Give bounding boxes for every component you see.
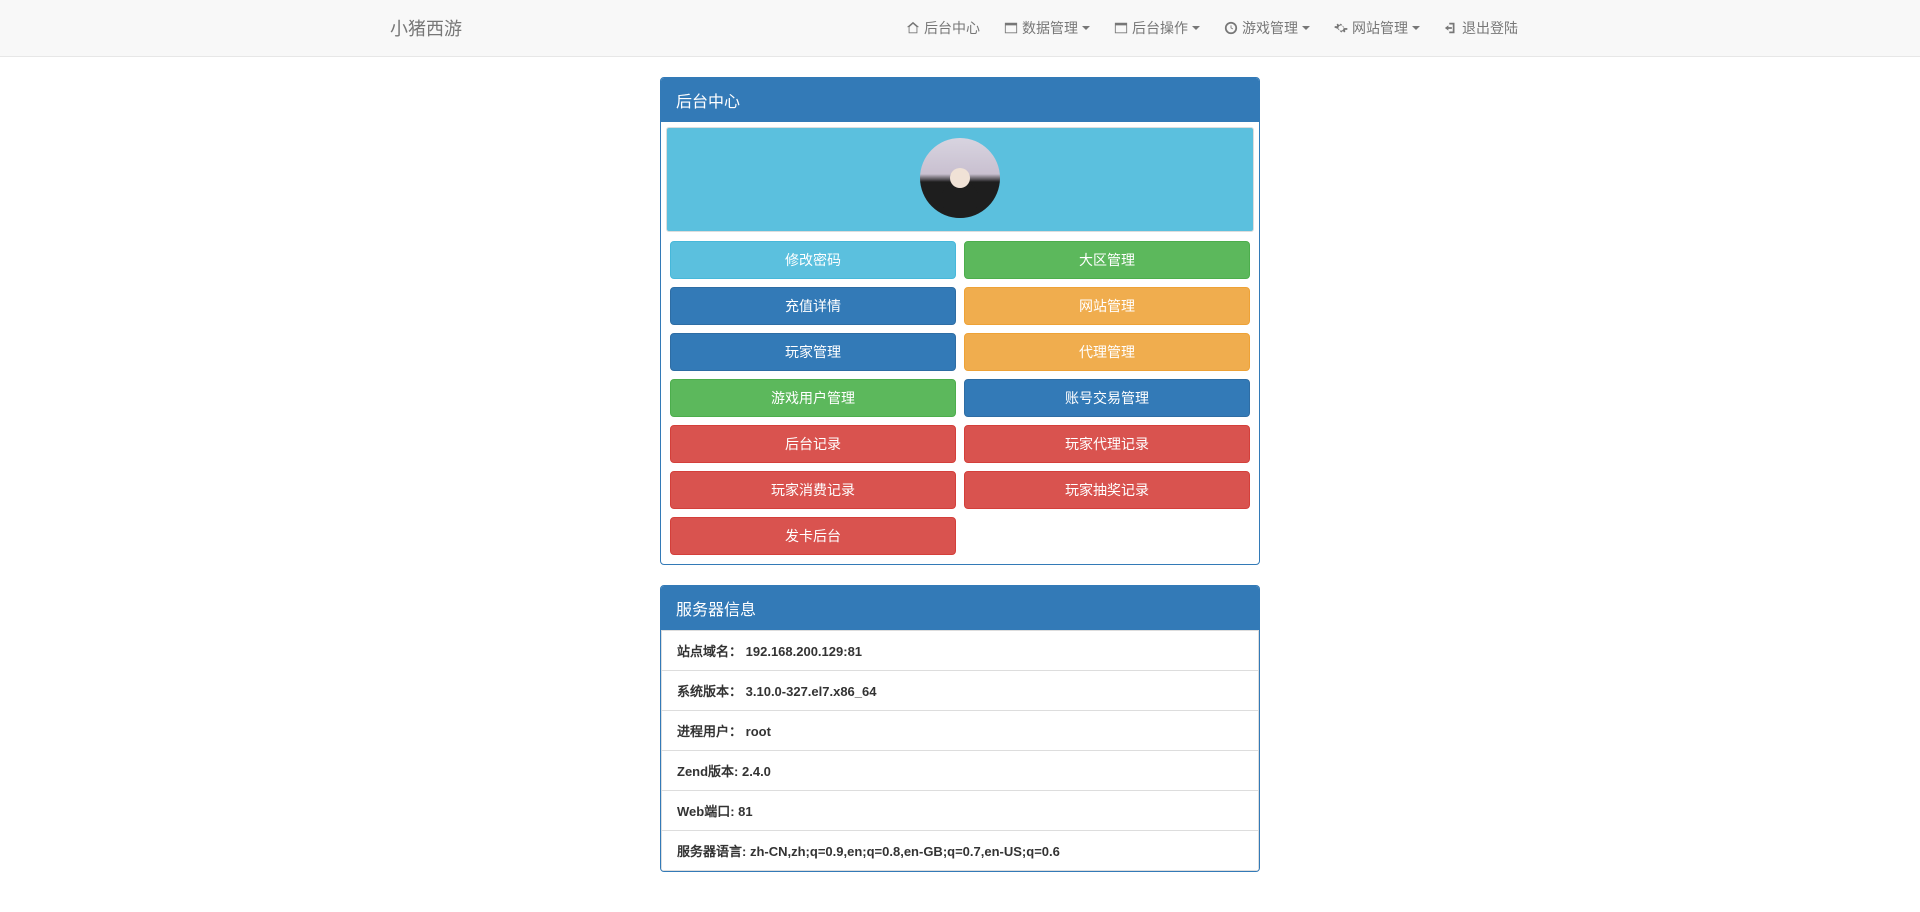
info-zend: Zend版本: 2.4.0 — [661, 751, 1259, 791]
caret-icon — [1302, 26, 1310, 30]
info-os: 系统版本： 3.10.0-327.el7.x86_64 — [661, 671, 1259, 711]
btn-admin-log[interactable]: 后台记录 — [670, 425, 956, 463]
dashboard-panel: 后台中心 修改密码 大区管理 充值详情 网站管理 玩家管理 代理管理 游戏用户管… — [660, 77, 1260, 565]
btn-zone-manage[interactable]: 大区管理 — [964, 241, 1250, 279]
btn-player-lottery-log[interactable]: 玩家抽奖记录 — [964, 471, 1250, 509]
nav-ops[interactable]: 后台操作 — [1102, 3, 1212, 53]
btn-game-user-manage[interactable]: 游戏用户管理 — [670, 379, 956, 417]
info-label: Zend版本: — [677, 764, 742, 779]
btn-player-spend-log[interactable]: 玩家消费记录 — [670, 471, 956, 509]
info-lang: 服务器语言: zh-CN,zh;q=0.9,en;q=0.8,en-GB;q=0… — [661, 831, 1259, 871]
info-label: 系统版本： — [677, 684, 742, 699]
brand-link[interactable]: 小猪西游 — [390, 0, 462, 56]
info-value: 81 — [738, 804, 752, 819]
server-info-title: 服务器信息 — [661, 586, 1259, 630]
dashboard-panel-title: 后台中心 — [661, 78, 1259, 122]
window-icon — [1114, 21, 1128, 35]
nav-data[interactable]: 数据管理 — [992, 3, 1102, 53]
gear-icon — [1334, 21, 1348, 35]
btn-card-backend[interactable]: 发卡后台 — [670, 517, 956, 555]
logout-icon — [1444, 21, 1458, 35]
server-info-panel: 服务器信息 站点域名： 192.168.200.129:81 系统版本： 3.1… — [660, 585, 1260, 872]
btn-account-trade[interactable]: 账号交易管理 — [964, 379, 1250, 417]
window-icon — [1004, 21, 1018, 35]
home-icon — [906, 21, 920, 35]
info-label: 进程用户： — [677, 724, 742, 739]
nav-data-label: 数据管理 — [1022, 18, 1078, 38]
nav-game[interactable]: 游戏管理 — [1212, 3, 1322, 53]
info-label: 服务器语言: — [677, 844, 750, 859]
btn-change-password[interactable]: 修改密码 — [670, 241, 956, 279]
nav-logout[interactable]: 退出登陆 — [1432, 3, 1530, 53]
info-label: 站点域名： — [677, 644, 742, 659]
btn-recharge-detail[interactable]: 充值详情 — [670, 287, 956, 325]
caret-icon — [1412, 26, 1420, 30]
clock-icon — [1224, 21, 1238, 35]
info-value: zh-CN,zh;q=0.9,en;q=0.8,en-GB;q=0.7,en-U… — [750, 844, 1060, 859]
avatar-row — [666, 127, 1254, 232]
info-domain: 站点域名： 192.168.200.129:81 — [661, 630, 1259, 671]
info-value: root — [746, 724, 771, 739]
btn-player-manage[interactable]: 玩家管理 — [670, 333, 956, 371]
info-label: Web端口: — [677, 804, 738, 819]
btn-player-agent-log[interactable]: 玩家代理记录 — [964, 425, 1250, 463]
nav-site-label: 网站管理 — [1352, 18, 1408, 38]
info-port: Web端口: 81 — [661, 791, 1259, 831]
nav-home-label: 后台中心 — [924, 18, 980, 38]
nav-logout-label: 退出登陆 — [1462, 18, 1518, 38]
caret-icon — [1082, 26, 1090, 30]
caret-icon — [1192, 26, 1200, 30]
nav-home[interactable]: 后台中心 — [894, 3, 992, 53]
info-value: 2.4.0 — [742, 764, 771, 779]
btn-site-manage[interactable]: 网站管理 — [964, 287, 1250, 325]
nav-game-label: 游戏管理 — [1242, 18, 1298, 38]
info-user: 进程用户： root — [661, 711, 1259, 751]
info-value: 3.10.0-327.el7.x86_64 — [746, 684, 877, 699]
nav-site[interactable]: 网站管理 — [1322, 3, 1432, 53]
btn-agent-manage[interactable]: 代理管理 — [964, 333, 1250, 371]
user-avatar — [920, 138, 1000, 218]
top-navbar: 小猪西游 后台中心 数据管理 后台操作 游戏管理 — [0, 0, 1920, 57]
nav-ops-label: 后台操作 — [1132, 18, 1188, 38]
info-value: 192.168.200.129:81 — [746, 644, 862, 659]
